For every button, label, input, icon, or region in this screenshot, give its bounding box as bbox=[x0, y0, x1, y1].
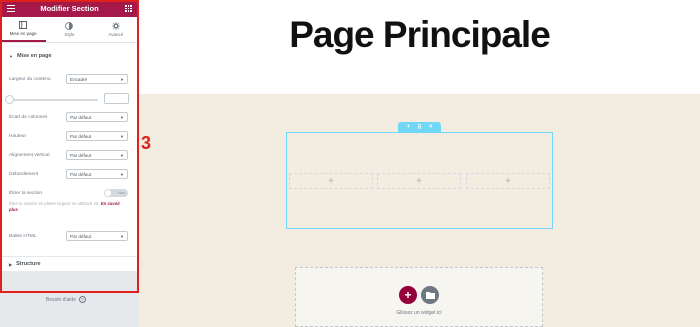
control-overflow: Débordement Par défaut ▼ bbox=[9, 169, 129, 179]
menu-icon[interactable] bbox=[7, 5, 15, 12]
select-value: Par défaut bbox=[70, 171, 92, 177]
chevron-down-icon: ▼ bbox=[120, 153, 124, 158]
stretch-description: Étire la section en pleine largeur en ut… bbox=[9, 201, 127, 213]
toggle-value: Non bbox=[118, 191, 125, 195]
control-label: Hauteur bbox=[9, 133, 27, 139]
select-value: Par défaut bbox=[70, 152, 92, 158]
column-placeholder[interactable]: + bbox=[289, 173, 373, 189]
select-value: Par défaut bbox=[70, 233, 92, 239]
panel-title: Modifier Section bbox=[40, 4, 99, 13]
select-value: Par défaut bbox=[70, 114, 92, 120]
contrast-icon bbox=[65, 22, 74, 30]
control-label: Largeur du contenu bbox=[9, 76, 51, 82]
tab-advanced[interactable]: Avancé bbox=[93, 17, 139, 42]
section-toggle-structure[interactable]: ▶ Structure bbox=[9, 261, 41, 267]
control-html-tag: Balise HTML Par défaut ▼ bbox=[9, 231, 129, 241]
layout-icon bbox=[19, 21, 28, 29]
caret-down-icon: ▼ bbox=[9, 53, 13, 59]
tab-label: Avancé bbox=[108, 32, 124, 37]
control-content-width: Largeur du contenu Encadré ▼ bbox=[9, 74, 129, 84]
width-number-input[interactable] bbox=[104, 93, 129, 104]
dropzone-text: Glissez un widget ici bbox=[396, 310, 442, 316]
gear-icon bbox=[112, 22, 120, 30]
add-section-icon[interactable]: + bbox=[407, 124, 411, 130]
content-width-select[interactable]: Encadré ▼ bbox=[66, 74, 128, 84]
chevron-down-icon: ▼ bbox=[120, 77, 124, 82]
control-height: Hauteur Par défaut ▼ bbox=[9, 131, 129, 141]
vertical-align-select[interactable]: Par défaut ▼ bbox=[66, 150, 128, 160]
html-tag-select[interactable]: Par défaut ▼ bbox=[66, 231, 128, 241]
section-title-layout: Mise en page bbox=[16, 53, 52, 59]
column-placeholder[interactable]: + bbox=[377, 173, 461, 189]
add-widget-icon: + bbox=[328, 175, 334, 187]
widgets-grid-icon[interactable] bbox=[125, 5, 132, 12]
control-label: Débordement bbox=[9, 171, 39, 177]
select-value: Par défaut bbox=[70, 133, 92, 139]
panel-header: Modifier Section bbox=[0, 0, 139, 17]
add-widget-icon: + bbox=[505, 175, 511, 187]
add-widget-icon: + bbox=[416, 175, 422, 187]
control-label: Alignement vertical bbox=[9, 152, 50, 158]
tab-label: Style bbox=[64, 32, 75, 37]
move-section-icon[interactable]: ⠿ bbox=[417, 124, 421, 131]
editor-panel: Modifier Section Mise en page Style Avan… bbox=[0, 0, 139, 327]
control-label: Étirer la section bbox=[9, 190, 43, 196]
panel-tabs: Mise en page Style Avancé bbox=[0, 17, 139, 43]
section-toggle-layout[interactable]: ▼ Mise en page bbox=[9, 53, 52, 59]
description-text: Étire la section en pleine largeur en ut… bbox=[9, 201, 100, 206]
chevron-down-icon: ▼ bbox=[120, 172, 124, 177]
width-slider-handle[interactable] bbox=[5, 95, 14, 104]
control-label: Balise HTML bbox=[9, 233, 37, 239]
column-gap-select[interactable]: Par défaut ▼ bbox=[66, 112, 128, 122]
section-title-structure: Structure bbox=[16, 261, 41, 267]
width-slider-track[interactable] bbox=[9, 99, 98, 101]
control-column-gap: Écart de colonnes Par défaut ▼ bbox=[9, 112, 129, 122]
control-label: Écart de colonnes bbox=[9, 114, 48, 120]
chevron-down-icon: ▼ bbox=[120, 234, 124, 239]
tab-layout[interactable]: Mise en page bbox=[0, 17, 47, 42]
help-link[interactable]: Besoin d'aide ? bbox=[46, 296, 86, 303]
control-vertical-align: Alignement vertical Par défaut ▼ bbox=[9, 150, 129, 160]
page-title: Page Principale bbox=[289, 14, 551, 55]
caret-right-icon: ▶ bbox=[9, 261, 13, 267]
step-annotation: 3 bbox=[141, 133, 152, 153]
stretch-section-toggle[interactable]: Non bbox=[104, 189, 128, 197]
section-handle[interactable]: + ⠿ × bbox=[398, 122, 441, 132]
overflow-select[interactable]: Par défaut ▼ bbox=[66, 169, 128, 179]
chevron-down-icon: ▼ bbox=[120, 134, 124, 139]
help-text: Besoin d'aide bbox=[46, 296, 76, 303]
height-select[interactable]: Par défaut ▼ bbox=[66, 131, 128, 141]
help-icon: ? bbox=[78, 296, 86, 303]
structure-section[interactable]: ▶ Structure bbox=[0, 256, 139, 270]
tab-label: Mise en page bbox=[9, 31, 37, 36]
add-section-button[interactable]: + bbox=[399, 286, 417, 304]
column-placeholder[interactable]: + bbox=[466, 173, 550, 189]
add-section-dropzone[interactable] bbox=[295, 267, 543, 327]
select-value: Encadré bbox=[70, 76, 88, 82]
tab-style[interactable]: Style bbox=[46, 17, 92, 42]
chevron-down-icon: ▼ bbox=[120, 115, 124, 120]
close-icon[interactable]: × bbox=[429, 124, 433, 130]
template-library-button[interactable] bbox=[421, 286, 439, 304]
folder-icon bbox=[425, 292, 435, 299]
